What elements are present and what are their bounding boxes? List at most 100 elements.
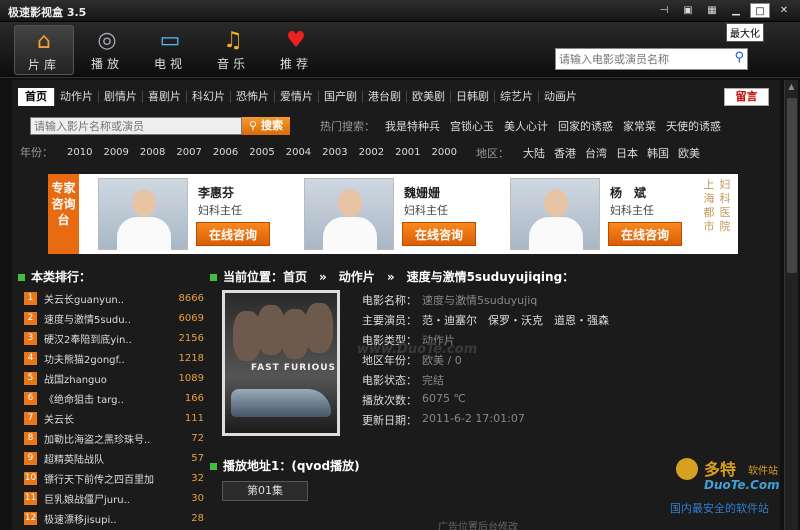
hot-keyword[interactable]: 家常菜: [623, 118, 656, 134]
year-label: 年份：: [20, 146, 53, 159]
year-link[interactable]: 2008: [140, 147, 165, 158]
heart-icon: ♥: [286, 28, 306, 53]
title-search-button[interactable]: ⚲ 搜索: [242, 117, 290, 135]
tab-scifi[interactable]: 科幻片: [187, 91, 231, 103]
list-item[interactable]: 1 关云长guanyun.. 8666: [24, 288, 204, 308]
movie-poster[interactable]: FAST FURIOUS: [222, 290, 340, 436]
tab-western-series[interactable]: 欧美剧: [407, 91, 451, 103]
list-item[interactable]: 5 战国zhanguo 1089: [24, 368, 204, 388]
music-note-icon: ♫: [223, 28, 243, 53]
list-item[interactable]: 8 加勒比海盗之黑珍珠号.. 72: [24, 428, 204, 448]
center-watermark: www.DuoTe.com: [357, 342, 478, 357]
region-link[interactable]: 大陆: [523, 145, 545, 161]
list-item[interactable]: 2 速度与激情5sudu.. 6069: [24, 308, 204, 328]
hot-keyword[interactable]: 宫锁心玉: [450, 118, 494, 134]
doctor-card: 魏姗姗 妇科主任 在线咨询: [304, 178, 504, 251]
nav-music[interactable]: ♫ 音乐: [203, 25, 263, 75]
list-item[interactable]: 6 《绝命狙击 targ.. 166: [24, 388, 204, 408]
doctor-photo: [304, 178, 394, 251]
tab-action[interactable]: 动作片: [55, 91, 99, 103]
region-link[interactable]: 日本: [616, 145, 638, 161]
tab-home[interactable]: 首页: [18, 88, 55, 106]
tab-hk-tw-series[interactable]: 港台剧: [363, 91, 407, 103]
list-item[interactable]: 10 镖行天下前传之四百里加 32: [24, 468, 204, 488]
info-row: 主要演员： 范・迪塞尔 保罗・沃克 道恩・强森: [362, 314, 609, 327]
list-item[interactable]: 11 巨乳娘战僵尸juru.. 30: [24, 488, 204, 508]
list-item[interactable]: 12 极速漂移jisupi.. 28: [24, 508, 204, 528]
minimize-icon[interactable]: ▁: [726, 3, 746, 18]
year-link[interactable]: 2005: [249, 147, 274, 158]
category-tabs: 首页 动作片 剧情片 喜剧片 科幻片 恐怖片 爱情片 国产剧 港台剧 欧美剧 日…: [12, 86, 582, 108]
nav-library[interactable]: ⌂ 片库: [14, 25, 74, 75]
year-link[interactable]: 2006: [213, 147, 238, 158]
scroll-thumb[interactable]: [787, 98, 797, 273]
watermark-site: DuoTe.Com: [704, 478, 780, 492]
tab-domestic-series[interactable]: 国产剧: [319, 91, 363, 103]
doctor-photo: [98, 178, 188, 251]
doctor-card: 李惠芬 妇科主任 在线咨询: [98, 178, 298, 251]
year-link[interactable]: 2002: [359, 147, 384, 158]
breadcrumb: 当前位置：首页 » 动作片 » 速度与激情5suduyujiqing：: [210, 268, 574, 285]
scroll-up-icon[interactable]: ▲: [785, 80, 798, 94]
region-link[interactable]: 台湾: [585, 145, 607, 161]
list-item[interactable]: 4 功夫熊猫2gongf.. 1218: [24, 348, 204, 368]
hot-keyword[interactable]: 回家的诱惑: [558, 118, 613, 134]
message-button[interactable]: 留言: [724, 88, 769, 106]
tab-drama[interactable]: 剧情片: [99, 91, 143, 103]
consult-button[interactable]: 在线咨询: [608, 222, 682, 246]
tab-comedy[interactable]: 喜剧片: [143, 91, 187, 103]
year-link[interactable]: 2010: [67, 147, 92, 158]
nav-tv[interactable]: ▭ 电视: [140, 25, 200, 75]
region-link[interactable]: 香港: [554, 145, 576, 161]
info-row: 更新日期： 2011-6-2 17:01:07: [362, 412, 525, 427]
breadcrumb-home[interactable]: 首页: [283, 270, 307, 284]
hot-search-label: 热门搜索：: [320, 120, 375, 133]
hot-keyword[interactable]: 美人心计: [504, 118, 548, 134]
year-link[interactable]: 2004: [286, 147, 311, 158]
monitor-icon: ▭: [159, 28, 181, 53]
tab-animation[interactable]: 动画片: [539, 91, 582, 103]
episode-button[interactable]: 第01集: [222, 481, 308, 501]
tab-jp-kr-series[interactable]: 日韩剧: [451, 91, 495, 103]
year-link[interactable]: 2009: [103, 147, 128, 158]
region-link[interactable]: 韩国: [647, 145, 669, 161]
nav-play[interactable]: ◎ 播放: [77, 25, 137, 75]
skin-icon[interactable]: ▦: [702, 3, 722, 18]
hot-keyword[interactable]: 我是特种兵: [385, 118, 440, 134]
movie-search-input[interactable]: [556, 49, 726, 69]
consult-button[interactable]: 在线咨询: [196, 222, 270, 246]
year-filter: 年份： 2010 2009 2008 2007 2006 2005 2004 2…: [20, 145, 468, 159]
main-nav: ⌂ 片库 ◎ 播放 ▭ 电视 ♫ 音乐 ♥ 推荐 ⚲: [0, 22, 800, 78]
year-link[interactable]: 2000: [432, 147, 457, 158]
breadcrumb-category[interactable]: 动作片: [339, 268, 375, 285]
year-link[interactable]: 2001: [395, 147, 420, 158]
list-item[interactable]: 7 关云长 111: [24, 408, 204, 428]
list-item[interactable]: 9 超精英陆战队 57: [24, 448, 204, 468]
year-link[interactable]: 2003: [322, 147, 347, 158]
tab-horror[interactable]: 恐怖片: [231, 91, 275, 103]
list-item[interactable]: 3 硬汉2奉陪到底yin.. 2156: [24, 328, 204, 348]
ranking-title: 本类排行：: [18, 268, 91, 285]
tab-romance[interactable]: 爱情片: [275, 91, 319, 103]
ad-banner[interactable]: 专家咨询台 李惠芬 妇科主任 在线咨询 魏姗姗 妇科主任 在线咨询 杨 斌 妇科…: [48, 174, 738, 254]
doctor-role: 妇科主任: [198, 204, 242, 217]
nav-recommend[interactable]: ♥ 推荐: [266, 25, 326, 75]
watermark-logo-icon: [676, 458, 698, 480]
search-icon[interactable]: ⚲: [734, 50, 744, 65]
consult-button[interactable]: 在线咨询: [402, 222, 476, 246]
pin-icon[interactable]: ⊣: [654, 3, 674, 18]
title-search-input[interactable]: [30, 117, 242, 135]
region-link[interactable]: 欧美: [678, 145, 700, 161]
site-watermark: 多特 软件站 DuoTe.Com 国内最安全的软件站: [668, 454, 796, 515]
doctor-name: 李惠芬: [198, 186, 235, 200]
window-mode-icon[interactable]: ▣: [678, 3, 698, 18]
close-icon[interactable]: ✕: [774, 3, 794, 18]
window-title: 极速影视盒 3.5: [8, 6, 87, 19]
doctor-photo: [510, 178, 600, 251]
film-reel-icon: ◎: [97, 28, 117, 53]
tab-variety[interactable]: 综艺片: [495, 91, 539, 103]
maximize-icon[interactable]: □: [750, 3, 770, 18]
year-link[interactable]: 2007: [176, 147, 201, 158]
hot-keyword[interactable]: 天使的诱惑: [666, 118, 721, 134]
banner-side-label: 专家咨询台: [48, 174, 79, 254]
